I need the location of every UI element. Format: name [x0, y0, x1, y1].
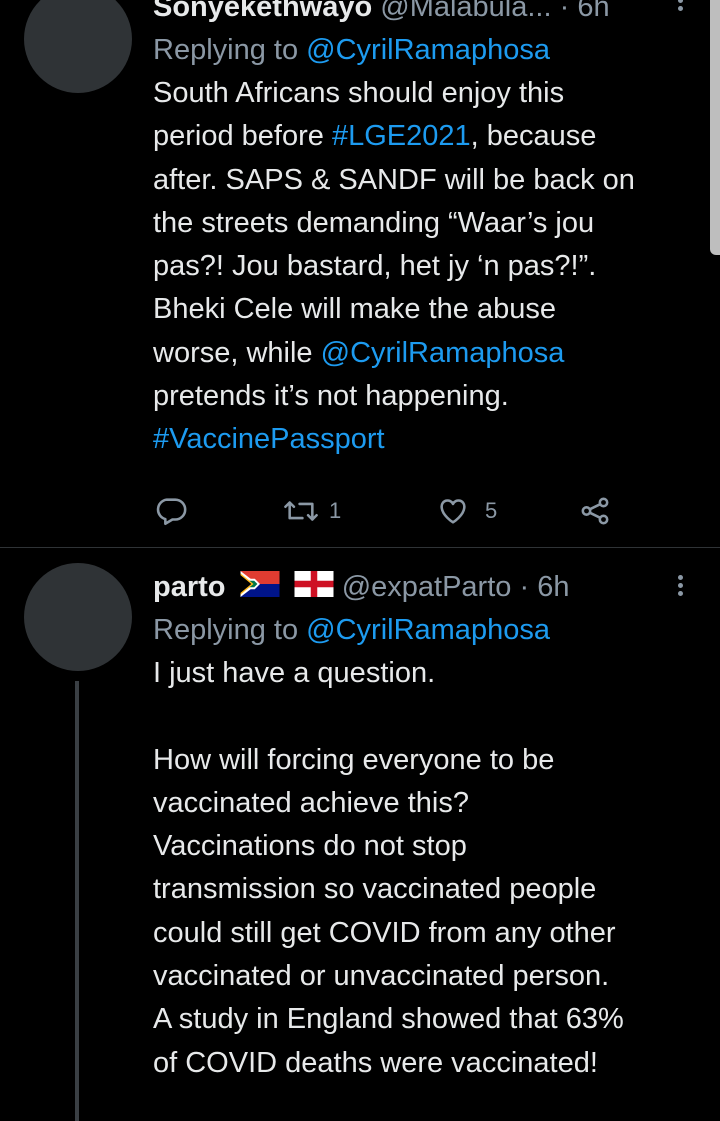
like-button[interactable]: 5: [435, 494, 497, 528]
replying-to-label: Replying to: [153, 34, 307, 66]
hashtag-link[interactable]: #LGE2021: [332, 120, 471, 152]
like-count: 5: [485, 498, 498, 523]
retweet-icon: [284, 501, 318, 521]
display-name[interactable]: parto: [153, 571, 226, 603]
tweet[interactable]: Sonyekethwayo @Malabula... · 6h Replying…: [0, 0, 720, 545]
share-button[interactable]: [577, 494, 613, 528]
tweet-text: I just have a question. How will forcing…: [153, 657, 624, 1079]
replying-to-label: Replying to: [153, 614, 307, 646]
timestamp[interactable]: 6h: [537, 571, 569, 603]
tweet-header: parto @expatParto · 6h: [153, 565, 690, 609]
separator-dot: ·: [559, 0, 570, 23]
avatar[interactable]: [24, 0, 132, 93]
avatar[interactable]: [24, 563, 132, 671]
reply-icon: [156, 498, 187, 526]
mention-link[interactable]: @CyrilRamaphosa: [321, 337, 565, 369]
retweet-button[interactable]: 1: [281, 494, 341, 528]
tweet-header: Sonyekethwayo @Malabula... · 6h: [153, 0, 690, 29]
more-options-icon[interactable]: [670, 572, 690, 602]
south-africa-flag-icon: [240, 566, 280, 610]
tweet-actions: 1 5: [153, 494, 623, 534]
separator-dot: ·: [519, 571, 530, 603]
display-name[interactable]: Sonyekethwayo: [153, 0, 372, 23]
timestamp[interactable]: 6h: [577, 0, 609, 23]
heart-icon: [440, 499, 466, 524]
replying-to-line: Replying to @CyrilRamaphosa: [153, 609, 690, 652]
replying-to-mention[interactable]: @CyrilRamaphosa: [306, 34, 550, 66]
user-handle[interactable]: @expatParto: [342, 571, 512, 603]
hashtag-link[interactable]: #VaccinePassport: [153, 423, 385, 455]
user-handle[interactable]: @Malabula...: [380, 0, 551, 23]
replying-to-line: Replying to @CyrilRamaphosa: [153, 29, 690, 72]
reply-button[interactable]: [153, 494, 189, 528]
tweet[interactable]: parto @expatParto · 6h Replying to @Cyri…: [0, 548, 720, 1121]
retweet-count: 1: [329, 498, 342, 523]
tweet-text-part: , because after. SAPS & SANDF will be ba…: [153, 120, 635, 369]
thread-line: [75, 681, 79, 1121]
more-options-icon[interactable]: [670, 0, 690, 17]
tweet-text: South Africans should enjoy this period …: [153, 72, 690, 462]
tweet-text-part: pretends it’s not happening.: [153, 380, 509, 413]
replying-to-mention[interactable]: @CyrilRamaphosa: [306, 614, 550, 646]
england-flag-icon: [294, 566, 334, 610]
share-icon: [581, 497, 609, 525]
